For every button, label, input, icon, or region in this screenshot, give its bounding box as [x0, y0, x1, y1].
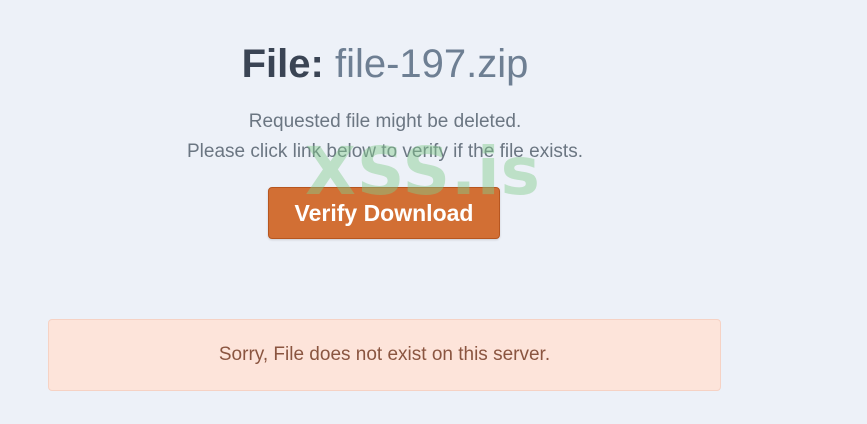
title-prefix: File: — [241, 42, 324, 86]
info-message-verify: Please click link below to verify if the… — [187, 141, 583, 162]
error-alert: Sorry, File does not exist on this serve… — [48, 319, 721, 391]
page: File: file-197.zip Requested file might … — [0, 0, 867, 424]
file-name: file-197.zip — [334, 42, 529, 86]
info-message-deleted: Requested file might be deleted. — [248, 111, 522, 132]
page-title: File: file-197.zip — [0, 38, 770, 90]
verify-download-button[interactable]: Verify Download — [268, 187, 500, 239]
